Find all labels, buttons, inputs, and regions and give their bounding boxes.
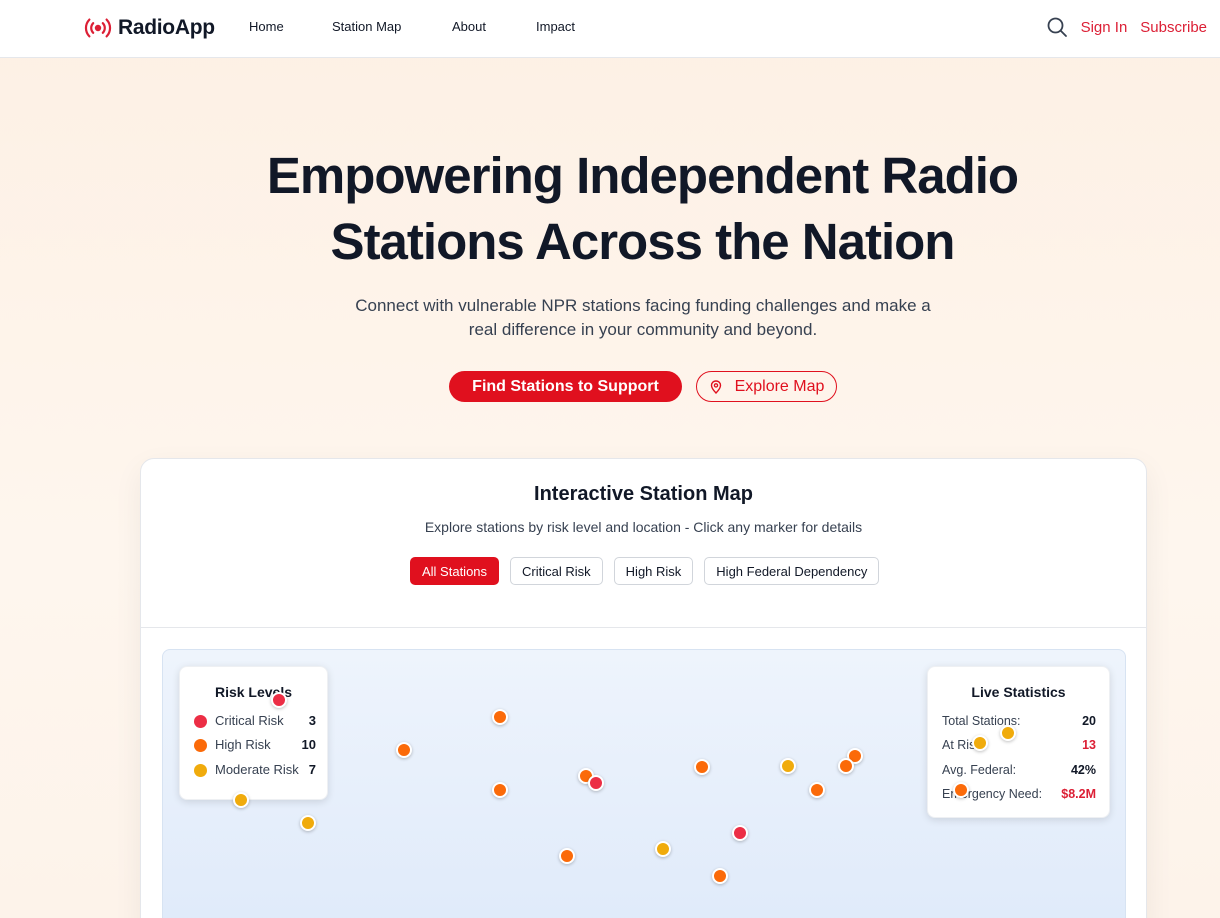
hero-subtitle: Connect with vulnerable NPR stations fac… [355,296,931,339]
brand-name: RadioApp [118,16,215,39]
filter-all-stations[interactable]: All Stations [410,557,500,585]
critical-dot-icon [194,715,207,728]
station-marker-high[interactable] [492,782,508,798]
nav-link-home[interactable]: Home [249,19,284,34]
stat-at-risk: At Risk: 13 [942,738,1096,754]
station-marker-moderate[interactable] [655,841,671,857]
station-marker-moderate[interactable] [233,792,249,808]
risk-levels-legend: Risk Levels Critical Risk 3 High Risk 10… [179,666,328,800]
moderate-dot-icon [194,764,207,777]
stat-total-stations: Total Stations: 20 [942,714,1096,730]
station-marker-high[interactable] [953,782,969,798]
map-pin-icon [710,379,721,394]
stats-title: Live Statistics [971,684,1066,700]
radio-broadcast-icon [84,18,112,38]
legend-title: Risk Levels [214,684,293,700]
station-marker-high[interactable] [838,758,854,774]
map-section-title: Interactive Station Map [534,483,753,505]
stat-value: $8.2M [1061,787,1096,801]
hero-title-line-1: Empowering Independent Radio [266,147,1019,204]
station-marker-high[interactable] [559,848,575,864]
station-marker-high[interactable] [712,868,728,884]
legend-label: Critical Risk [215,713,284,728]
filter-high-risk[interactable]: High Risk [613,557,694,585]
nav-link-about[interactable]: About [452,19,486,34]
station-marker-moderate[interactable] [780,758,796,774]
subscribe-link[interactable]: Subscribe [1140,19,1207,36]
stat-label: Avg. Federal: [942,763,1017,777]
station-marker-moderate[interactable] [1000,725,1016,741]
legend-row-high: High Risk 10 [194,737,316,753]
sign-in-link[interactable]: Sign In [1081,19,1128,36]
nav-link-station-map[interactable]: Station Map [332,19,401,34]
legend-label: High Risk [215,737,271,752]
filter-bar: All Stations Critical Risk High Risk Hig… [410,557,890,585]
stat-value: 42% [1070,763,1096,777]
legend-label: Moderate Risk [215,762,299,777]
nav-actions: Sign In Subscribe [1046,16,1207,38]
station-map-card: Interactive Station Map Explore stations… [140,458,1147,918]
search-icon[interactable] [1046,16,1068,38]
legend-row-moderate: Moderate Risk 7 [194,762,316,778]
stat-value: 20 [1082,714,1096,728]
station-marker-moderate[interactable] [300,815,316,831]
station-marker-moderate[interactable] [972,735,988,751]
filter-critical-risk[interactable]: Critical Risk [510,557,603,585]
brand-logo[interactable]: RadioApp [84,15,215,41]
find-stations-button[interactable]: Find Stations to Support [449,371,682,402]
filter-high-federal-dependency[interactable]: High Federal Dependency [704,557,880,585]
nav-link-impact[interactable]: Impact [536,19,575,34]
legend-count: 3 [308,713,316,728]
station-marker-high[interactable] [809,782,825,798]
station-marker-critical[interactable] [732,825,748,841]
station-marker-high[interactable] [694,759,710,775]
station-marker-critical[interactable] [271,692,287,708]
legend-row-critical: Critical Risk 3 [194,713,316,729]
hero-title-line-2: Stations Across the Nation [330,213,956,270]
legend-count: 7 [308,762,316,777]
station-marker-critical[interactable] [588,775,604,791]
explore-map-button[interactable]: Explore Map [696,371,837,402]
legend-count: 10 [301,737,316,752]
explore-map-label: Explore Map [734,377,825,395]
station-marker-high[interactable] [396,742,412,758]
top-navigation: RadioApp Home Station Map About Impact S… [0,0,1220,58]
stat-avg-federal: Avg. Federal: 42% [942,763,1096,779]
hero-title: Empowering Independent Radio Stations Ac… [0,143,1220,275]
card-divider [141,627,1146,628]
station-map[interactable]: Risk Levels Critical Risk 3 High Risk 10… [162,649,1126,918]
stat-value: 13 [1082,738,1096,752]
high-dot-icon [194,739,207,752]
map-section-subtitle: Explore stations by risk level and locat… [424,519,863,535]
station-marker-high[interactable] [492,709,508,725]
